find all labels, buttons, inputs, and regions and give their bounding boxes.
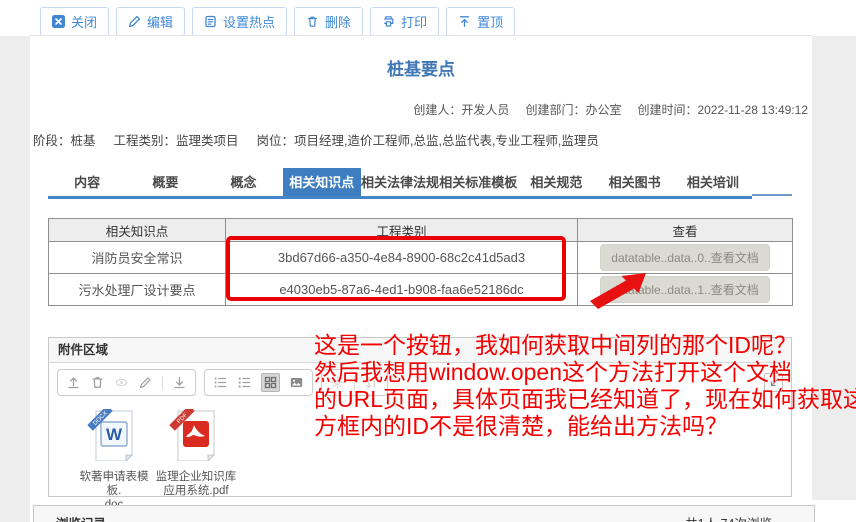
col-header-view: 查看 xyxy=(577,218,793,242)
svg-text:W: W xyxy=(106,425,123,444)
print-button[interactable]: 打印 xyxy=(370,7,440,36)
pdf-file-icon: PDF xyxy=(169,405,216,463)
right-gutter xyxy=(812,36,856,500)
pin-top-icon xyxy=(458,15,471,28)
creator-text: 创建人：开发人员 xyxy=(413,103,510,117)
table-row: 污水处理厂设计要点 e4030eb5-87a6-4ed1-b908-faa6e5… xyxy=(48,273,793,306)
edit-button-label: 编辑 xyxy=(147,15,174,30)
history-panel-title: 浏览记录 xyxy=(56,513,106,522)
tab-summary[interactable]: 概要 xyxy=(126,168,204,196)
attachment-panel-title: 附件区域 xyxy=(49,338,791,363)
view-cell: datatable..data..0..查看文档 xyxy=(577,241,793,274)
delete-button[interactable]: 删除 xyxy=(294,7,364,36)
set-hotspot-button-label: 设置热点 xyxy=(223,15,276,30)
attachment-panel: 附件区域 W DOCX 软著申请表模板. PDF 监理企业知识库 应用系统.pd… xyxy=(48,337,792,511)
upload-icon[interactable] xyxy=(66,375,81,390)
view-doc-button[interactable]: datatable..data..1..查看文档 xyxy=(600,276,770,303)
hotspot-icon xyxy=(204,15,217,28)
top-toolbar: 关闭 编辑 设置热点 删除 打印 置顶 xyxy=(40,7,516,36)
tab-underline-extension xyxy=(752,194,792,196)
bullet-list-icon[interactable] xyxy=(213,375,228,390)
tab-related-books[interactable]: 相关图书 xyxy=(596,168,674,196)
table-row: 消防员安全常识 3bd67d66-a350-4e84-8900-68c2c41d… xyxy=(48,241,793,274)
settings-icon[interactable] xyxy=(330,375,345,390)
grid-view-icon xyxy=(264,376,277,389)
download-icon[interactable] xyxy=(172,375,187,390)
preview-icon[interactable] xyxy=(114,375,129,390)
trash-icon[interactable] xyxy=(90,375,105,390)
table-header-row: 相关知识点 工程类别 查看 xyxy=(48,218,793,242)
print-button-label: 打印 xyxy=(401,15,428,30)
view-doc-button[interactable]: datatable..data..0..查看文档 xyxy=(600,244,770,271)
file-name: 监理企业知识库 应用系统.pdf xyxy=(155,471,237,497)
col-header-knowledge: 相关知识点 xyxy=(48,218,226,242)
file-item-doc[interactable]: W DOCX 软著申请表模板. doc xyxy=(73,405,155,512)
tab-related-templates[interactable]: 相关标准模板 xyxy=(439,168,517,196)
toolbar-separator xyxy=(162,375,163,390)
attachment-files: W DOCX 软著申请表模板. doc xyxy=(49,401,791,512)
toolbar-divider xyxy=(30,35,812,36)
image-view-icon[interactable] xyxy=(289,375,304,390)
tab-related-specs[interactable]: 相关规范 xyxy=(517,168,595,196)
tab-related-knowledge[interactable]: 相关知识点 xyxy=(282,168,361,196)
delete-button-label: 删除 xyxy=(325,15,352,30)
department-text: 创建部门：办公室 xyxy=(525,103,622,117)
edit-button[interactable]: 编辑 xyxy=(116,7,186,36)
view-mode-group xyxy=(204,369,313,396)
tab-bar: 内容 概要 概念 相关知识点 相关法律法规 相关标准模板 相关规范 相关图书 相… xyxy=(48,168,752,199)
trash-icon xyxy=(306,15,319,28)
created-time-text: 创建时间：2022-11-28 13:49:12 xyxy=(637,103,808,117)
knowledge-name-cell: 污水处理厂设计要点 xyxy=(48,273,226,306)
col-header-category: 工程类别 xyxy=(225,218,578,242)
classification-meta: 阶段：桩基 工程类别：监理类项目 岗位：项目经理,造价工程师,总监,总监代表,专… xyxy=(33,130,599,149)
toolbar-separator xyxy=(354,375,355,390)
pin-top-button-label: 置顶 xyxy=(477,15,504,30)
file-item-pdf[interactable]: PDF 监理企业知识库 应用系统.pdf xyxy=(155,405,237,512)
tab-content[interactable]: 内容 xyxy=(48,168,126,196)
knowledge-id-cell: 3bd67d66-a350-4e84-8900-68c2c41d5ad3 xyxy=(225,241,578,274)
word-file-icon: W DOCX xyxy=(87,405,134,463)
set-hotspot-button[interactable]: 设置热点 xyxy=(192,7,288,36)
left-gutter xyxy=(0,36,30,522)
stage-text: 阶段：桩基 xyxy=(33,134,96,148)
page-title: 桩基要点 xyxy=(387,60,455,79)
knowledge-name-cell: 消防员安全常识 xyxy=(48,241,226,274)
document-view: 关闭 编辑 设置热点 删除 打印 置顶 桩基要点 创建人：开发人员 创建部门：办… xyxy=(30,0,856,522)
sort-icon[interactable] xyxy=(364,375,379,390)
app-window: 关闭 编辑 设置热点 删除 打印 置顶 桩基要点 创建人：开发人员 创建部门：办… xyxy=(0,0,856,522)
history-view-count: 共1人,74次浏览 xyxy=(685,513,772,522)
knowledge-table: 相关知识点 工程类别 查看 消防员安全常识 3bd67d66-a350-4e84… xyxy=(48,218,793,306)
numbered-list-icon[interactable] xyxy=(237,375,252,390)
settings-group xyxy=(321,369,388,396)
tab-concept[interactable]: 概念 xyxy=(204,168,282,196)
collapse-icon xyxy=(770,378,779,387)
grid-view-button[interactable] xyxy=(261,373,280,392)
print-icon xyxy=(382,15,395,28)
close-icon xyxy=(52,15,65,28)
edit-icon[interactable] xyxy=(138,375,153,390)
view-cell: datatable..data..1..查看文档 xyxy=(577,273,793,306)
tab-related-training[interactable]: 相关培训 xyxy=(674,168,752,196)
knowledge-id-cell: e4030eb5-87a6-4ed1-b908-faa6e52186dc xyxy=(225,273,578,306)
file-action-group xyxy=(57,369,196,396)
history-panel-header: 浏览记录 共1人,74次浏览 xyxy=(33,505,815,522)
edit-icon xyxy=(128,15,141,28)
attachment-toolbar xyxy=(49,363,791,401)
close-button-label: 关闭 xyxy=(71,15,98,30)
positions-text: 岗位：项目经理,造价工程师,总监,总监代表,专业工程师,监理员 xyxy=(256,134,599,148)
category-text: 工程类别：监理类项目 xyxy=(113,134,239,148)
tab-related-laws[interactable]: 相关法律法规 xyxy=(361,168,439,196)
pin-top-button[interactable]: 置顶 xyxy=(446,7,516,36)
collapse-button[interactable] xyxy=(764,373,783,392)
creation-meta: 创建人：开发人员 创建部门：办公室 创建时间：2022-11-28 13:49:… xyxy=(413,101,808,118)
close-button[interactable]: 关闭 xyxy=(40,7,110,36)
